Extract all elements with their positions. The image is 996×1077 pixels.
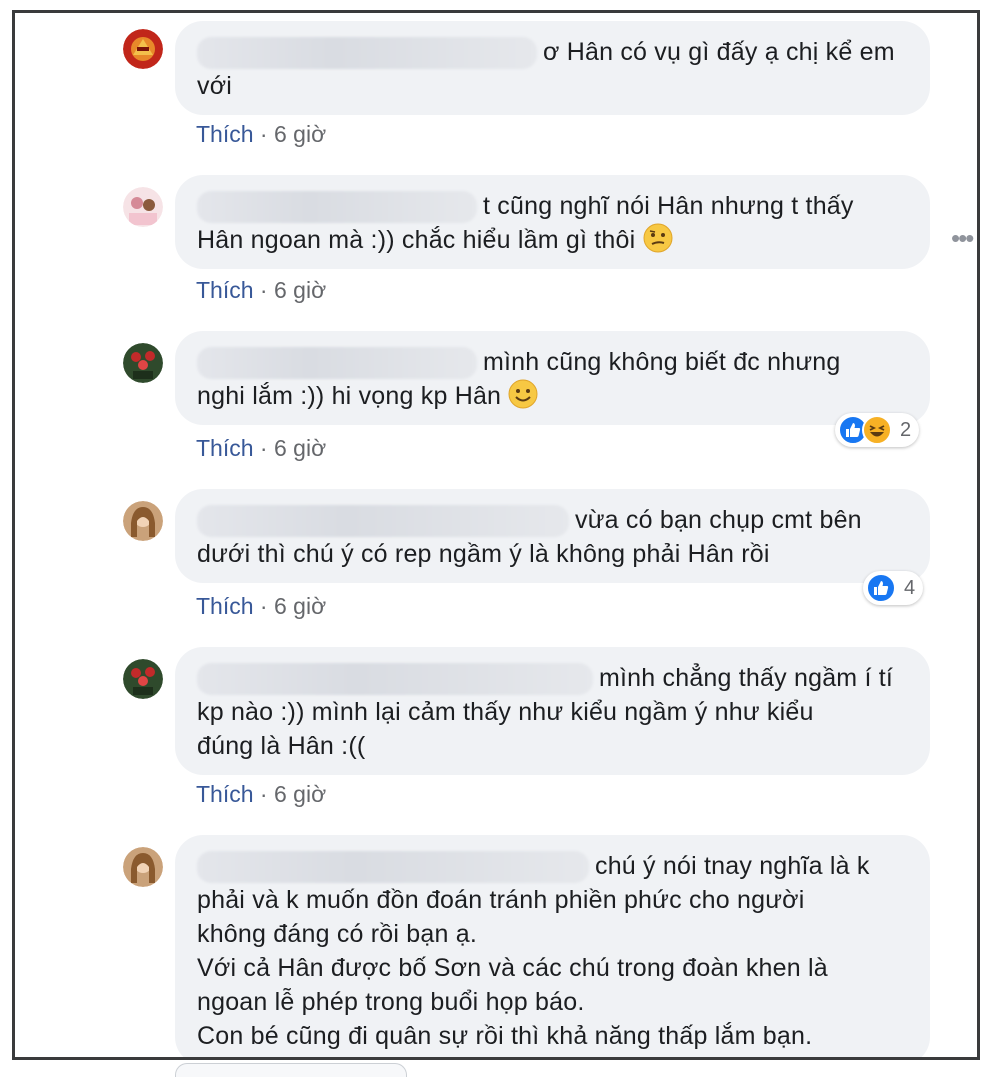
comment-bubble: mình cũng không biết đc nhưng nghi lắm :… — [175, 331, 930, 425]
comment-text: dưới thì chú ý có rep ngầm ý là không ph… — [197, 540, 770, 569]
commenter-name-redacted[interactable] — [197, 37, 537, 70]
separator-dot: · — [259, 781, 274, 807]
comment-actions: Thích · 6 giờ — [196, 435, 326, 462]
comment-text: đúng là Hân :(( — [197, 732, 366, 761]
comment-actions: Thích · 6 giờ — [196, 277, 326, 304]
like-link[interactable]: Thích — [196, 121, 254, 147]
comment-text: Hân ngoan mà :)) chắc hiểu lầm gì thôi — [197, 226, 636, 255]
comment-bubble: vừa có bạn chụp cmt bên dưới thì chú ý c… — [175, 489, 930, 583]
reactions-summary[interactable]: 2 — [835, 413, 920, 447]
separator-dot: · — [259, 593, 274, 619]
next-element-peek — [175, 1063, 407, 1077]
comment-actions: Thích · 6 giờ — [196, 781, 326, 808]
like-link[interactable]: Thích — [196, 435, 254, 461]
comment-actions: Thích · 6 giờ — [196, 121, 326, 148]
comment-time[interactable]: 6 giờ — [274, 593, 326, 619]
like-link[interactable]: Thích — [196, 593, 254, 619]
comment-bubble: ơ Hân có vụ gì đấy ạ chị kể em với — [175, 21, 930, 115]
comment-text: Với cả Hân được bố Sơn và các chú trong … — [197, 954, 828, 983]
comment-time[interactable]: 6 giờ — [274, 277, 326, 303]
like-link[interactable]: Thích — [196, 277, 254, 303]
commenter-name-redacted[interactable] — [197, 505, 569, 538]
comment-text-line1: chú ý nói tnay nghĩa là k — [595, 852, 870, 880]
commenter-name-redacted[interactable] — [197, 347, 477, 380]
avatar[interactable] — [123, 187, 163, 227]
comment-text: ngoan lễ phép trong buổi họp báo. — [197, 988, 585, 1017]
comment-text-line1: mình cũng không biết đc nhưng — [483, 348, 841, 376]
comments-screenshot-frame: ơ Hân có vụ gì đấy ạ chị kể em với Thích… — [12, 10, 980, 1060]
comment-text: không đáng có rồi bạn ạ. — [197, 920, 478, 949]
smiling-face-icon — [508, 379, 538, 409]
comment-text: Con bé cũng đi quân sự rồi thì khả năng … — [197, 1022, 813, 1051]
comment-time[interactable]: 6 giờ — [274, 781, 326, 807]
avatar[interactable] — [123, 343, 163, 383]
reaction-count: 2 — [900, 418, 912, 441]
avatar[interactable] — [123, 501, 163, 541]
more-horizontal-icon[interactable]: ••• — [951, 223, 974, 254]
comment-text: kp nào :)) mình lại cảm thấy như kiểu ng… — [197, 698, 814, 727]
confused-face-icon — [643, 223, 673, 253]
avatar[interactable] — [123, 29, 163, 69]
like-reaction-icon — [866, 573, 896, 603]
comment-text-line1: t cũng nghĩ nói Hân nhưng t thấy — [483, 192, 854, 220]
comment-text: nghi lắm :)) hi vọng kp Hân — [197, 382, 502, 411]
commenter-name-redacted[interactable] — [197, 663, 593, 696]
commenter-name-redacted[interactable] — [197, 851, 589, 884]
commenter-name-redacted[interactable] — [197, 191, 477, 224]
like-link[interactable]: Thích — [196, 781, 254, 807]
comment-text: phải và k muốn đồn đoán tránh phiền phức… — [197, 886, 805, 915]
comment-bubble: chú ý nói tnay nghĩa là k phải và k muốn… — [175, 835, 930, 1057]
comment-text-line1: vừa có bạn chụp cmt bên — [575, 506, 862, 534]
comment-bubble: t cũng nghĩ nói Hân nhưng t thấy Hân ngo… — [175, 175, 930, 269]
comment-time[interactable]: 6 giờ — [274, 435, 326, 461]
separator-dot: · — [259, 277, 274, 303]
comment-actions: Thích · 6 giờ — [196, 593, 326, 620]
reactions-summary[interactable]: 4 — [863, 571, 924, 605]
haha-reaction-icon — [862, 415, 892, 445]
separator-dot: · — [259, 121, 274, 147]
reaction-count: 4 — [904, 576, 916, 599]
comment-bubble: mình chẳng thấy ngầm í tí kp nào :)) mìn… — [175, 647, 930, 775]
avatar[interactable] — [123, 847, 163, 887]
comment-text-line1: ơ Hân có vụ gì đấy ạ chị kể em — [543, 38, 895, 66]
comment-time[interactable]: 6 giờ — [274, 121, 326, 147]
avatar[interactable] — [123, 659, 163, 699]
comment-text-line1: mình chẳng thấy ngầm í tí — [599, 664, 894, 692]
separator-dot: · — [259, 435, 274, 461]
comment-text: với — [197, 72, 233, 101]
